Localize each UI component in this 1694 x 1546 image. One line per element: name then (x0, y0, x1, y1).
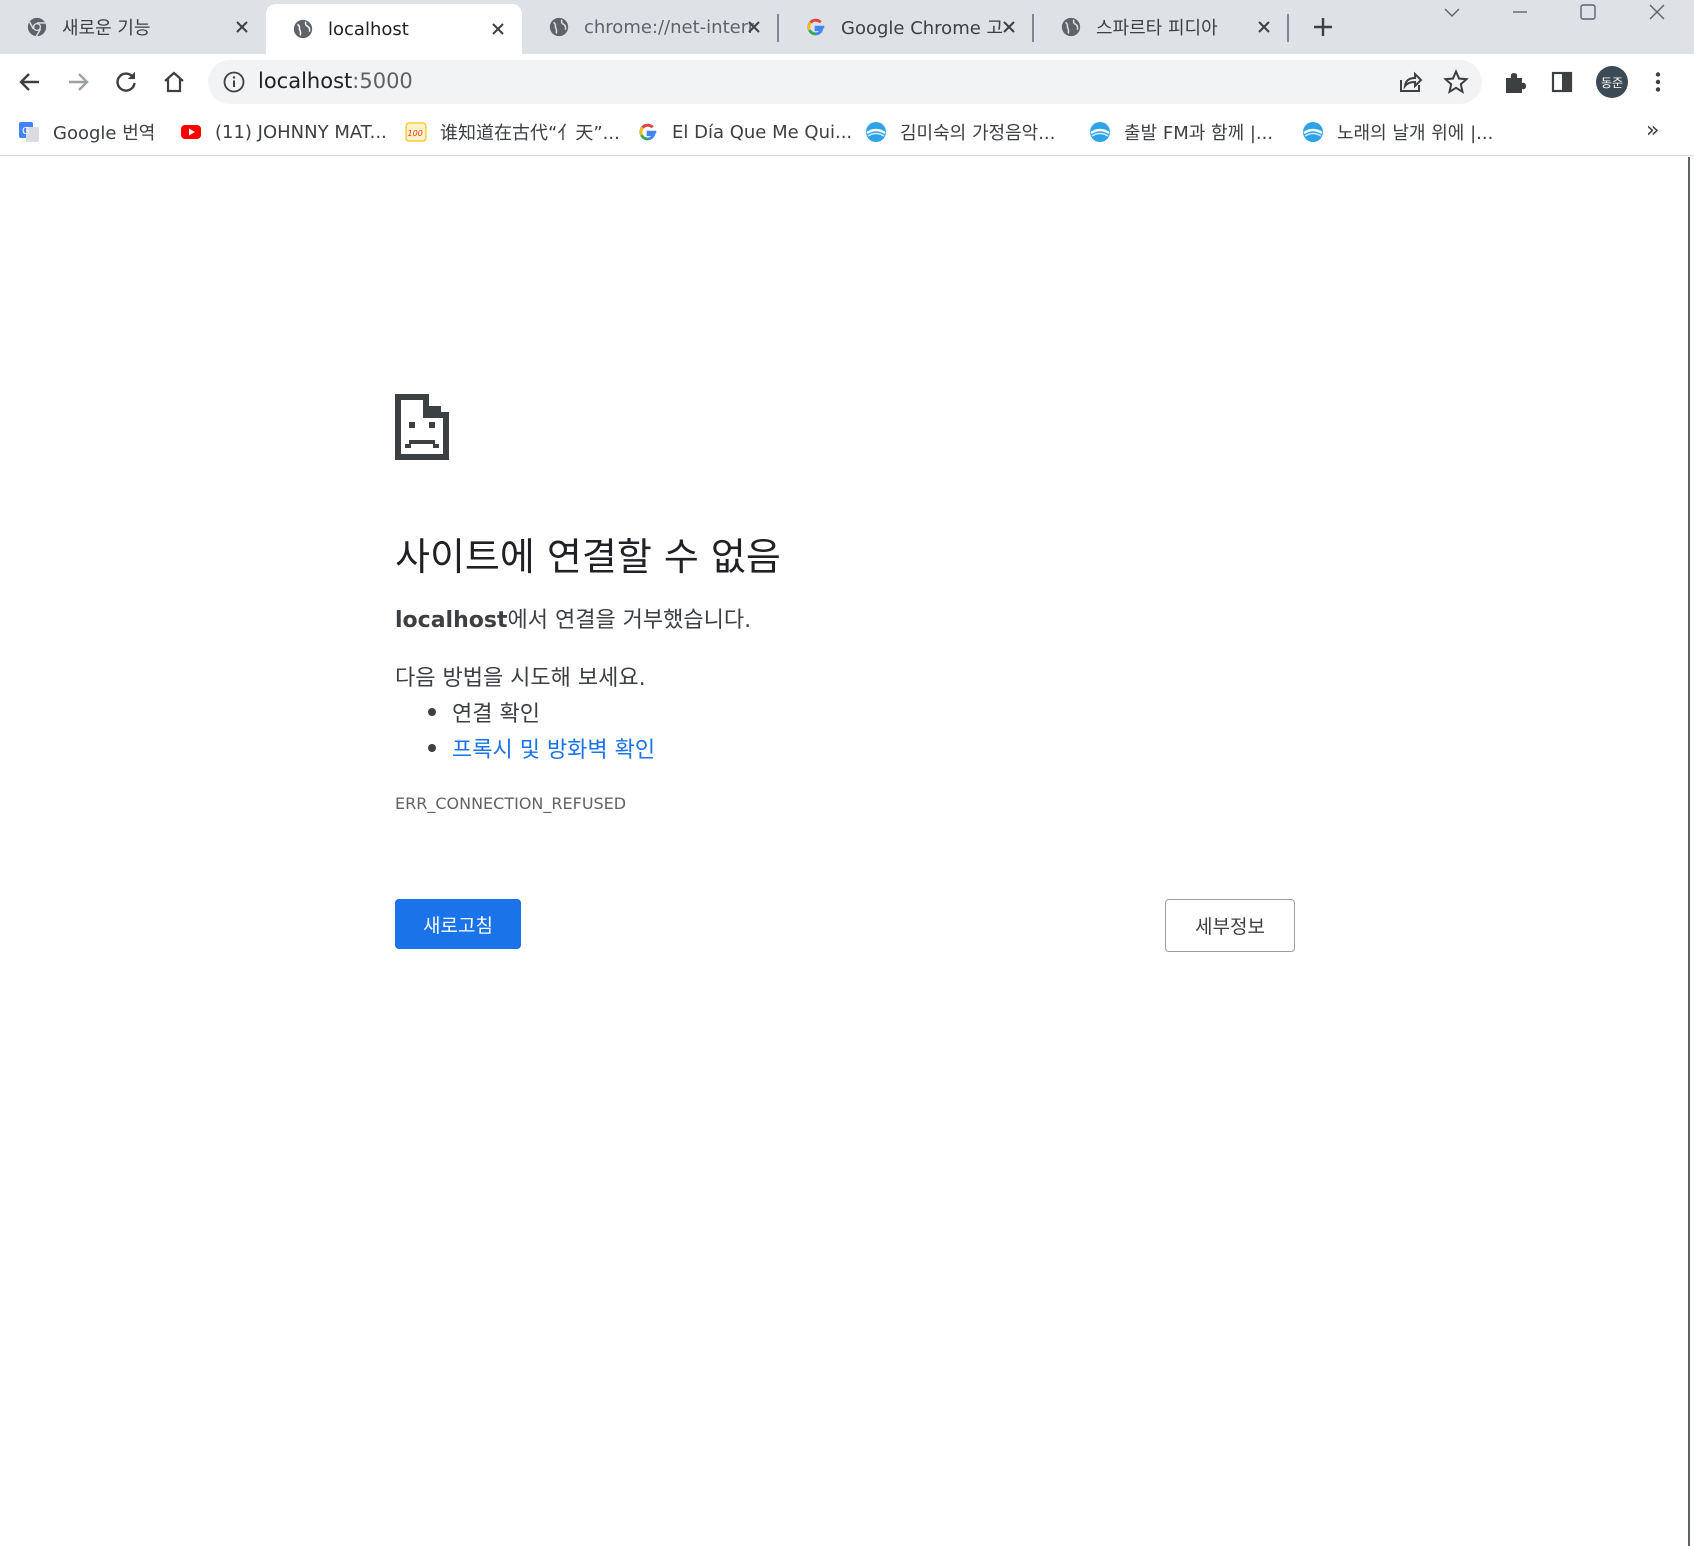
bookmark-label: 노래의 날개 위에 |... (1337, 123, 1494, 144)
menu-button[interactable] (1640, 64, 1676, 100)
globe-icon (1061, 17, 1081, 37)
bullet (428, 708, 436, 716)
tab-label: Google Chrome 고 (841, 18, 1004, 39)
tab-google-chrome[interactable]: Google Chrome 고 (779, 0, 1033, 54)
google-g-icon (639, 123, 657, 141)
forward-button[interactable] (60, 64, 96, 100)
radio-icon (1303, 122, 1323, 142)
radio-icon (866, 122, 886, 142)
new-tab-plus-icon[interactable] (1308, 12, 1338, 42)
error-message-text: 에서 연결을 거부했습니다. (507, 608, 752, 633)
suggestion-link-text[interactable]: 프록시 및 방화벽 확인 (452, 732, 655, 764)
url-port: :5000 (352, 69, 413, 93)
bookmarks-bar: G Google 번역 (11) JOHNNY MAT... 100 谁知道在古… (0, 110, 1694, 156)
error-title: 사이트에 연결할 수 없음 (395, 535, 781, 579)
side-panel-icon (1551, 71, 1573, 93)
svg-text:100: 100 (408, 129, 423, 138)
bookmark-youtube[interactable]: (11) JOHNNY MAT... (180, 116, 387, 148)
suggestion-text: 연결 확인 (452, 702, 540, 727)
tab-net-internals[interactable]: chrome://net-intern (522, 0, 778, 54)
google-translate-icon: G (19, 122, 39, 142)
close-tab-icon[interactable] (744, 17, 764, 37)
back-arrow-icon (19, 73, 39, 91)
bookmark-radio-3[interactable]: 노래의 날개 위에 |... (1302, 116, 1493, 148)
close-icon[interactable] (1637, 0, 1677, 30)
error-host: localhost (395, 608, 508, 633)
bookmark-label: El Día Que Me Qui... (672, 121, 853, 143)
extensions-button[interactable] (1497, 64, 1533, 100)
bookmark-label: Google 번역 (53, 123, 156, 144)
baidu-icon: 100 (405, 122, 427, 142)
minimize-icon[interactable] (1500, 0, 1540, 30)
navigation-toolbar: localhost:5000 동준 (0, 54, 1694, 110)
suggestion-check-proxy-firewall-link[interactable]: 프록시 및 방화벽 확인 (428, 732, 655, 764)
tab-label: 새로운 기능 (62, 18, 151, 39)
youtube-icon (181, 125, 201, 139)
radio-icon (1090, 122, 1110, 142)
close-tab-icon[interactable] (488, 19, 508, 39)
error-message: localhost에서 연결을 거부했습니다. (395, 602, 751, 634)
bookmark-label: 谁知道在古代“亻天”... (440, 123, 620, 144)
close-tab-icon[interactable] (1254, 17, 1274, 37)
reload-icon (116, 72, 136, 92)
suggestion-check-connection: 연결 확인 (428, 696, 540, 728)
tab-localhost[interactable]: localhost (266, 4, 522, 54)
page-content: 사이트에 연결할 수 없음 localhost에서 연결을 거부했습니다. 다음… (0, 157, 1690, 1546)
bookmark-radio-2[interactable]: 출발 FM과 함께 |... (1089, 116, 1273, 148)
tab-search-icon[interactable] (1432, 0, 1472, 30)
globe-icon (549, 17, 569, 37)
home-icon (164, 71, 184, 93)
tab-label: chrome://net-intern (584, 16, 754, 38)
sad-document-icon (395, 394, 449, 460)
bookmark-star-icon[interactable] (1442, 68, 1470, 96)
more-vert-icon (1655, 72, 1661, 92)
profile-avatar[interactable]: 동준 (1596, 66, 1628, 98)
bookmark-label: 출발 FM과 함께 |... (1124, 123, 1274, 144)
details-button[interactable]: 세부정보 (1165, 899, 1295, 952)
site-info-icon[interactable] (222, 70, 246, 94)
bookmark-el-dia[interactable]: El Día Que Me Qui... (637, 116, 852, 148)
tab-label: localhost (328, 18, 409, 40)
tab-label: 스파르타 피디아 (1096, 18, 1218, 39)
bullet (428, 744, 436, 752)
close-tab-icon[interactable] (232, 17, 252, 37)
error-code: ERR_CONNECTION_REFUSED (395, 794, 627, 813)
share-icon[interactable] (1396, 68, 1424, 96)
reload-button[interactable] (108, 64, 144, 100)
svg-text:G: G (22, 126, 30, 137)
reload-page-button[interactable]: 새로고침 (395, 899, 521, 949)
bookmarks-overflow-button[interactable]: » (1646, 118, 1659, 143)
bookmark-baidu[interactable]: 100 谁知道在古代“亻天”... (405, 116, 620, 148)
bookmark-google-translate[interactable]: G Google 번역 (18, 116, 155, 148)
tab-sparta-pedia[interactable]: 스파르타 피디아 (1034, 0, 1288, 54)
home-button[interactable] (156, 64, 192, 100)
back-button[interactable] (12, 64, 48, 100)
address-bar[interactable]: localhost:5000 (208, 60, 1482, 104)
chrome-logo-icon (27, 17, 47, 37)
url-text[interactable]: localhost:5000 (258, 69, 413, 93)
bookmark-radio-1[interactable]: 김미숙의 가정음악... (865, 116, 1055, 148)
tab-strip: 새로운 기능 localhost chrome://net-intern Goo… (0, 0, 1694, 54)
maximize-icon[interactable] (1568, 0, 1608, 30)
forward-arrow-icon (69, 73, 89, 91)
tab-separator (1287, 14, 1289, 42)
side-panel-button[interactable] (1544, 64, 1580, 100)
google-g-icon (807, 18, 825, 36)
close-tab-icon[interactable] (999, 17, 1019, 37)
url-host: localhost (258, 69, 353, 93)
bookmark-label: (11) JOHNNY MAT... (215, 121, 387, 143)
globe-icon (293, 19, 313, 39)
suggestions-heading: 다음 방법을 시도해 보세요. (395, 666, 646, 691)
puzzle-piece-icon (1506, 73, 1526, 93)
tab-whats-new[interactable]: 새로운 기능 (0, 0, 266, 54)
bookmark-label: 김미숙의 가정음악... (900, 123, 1056, 144)
